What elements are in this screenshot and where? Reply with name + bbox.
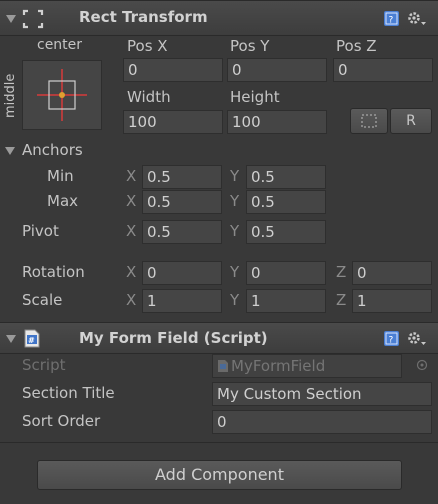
section-title-label: Section Title [22,384,115,402]
height-field[interactable]: 100 [227,110,327,134]
script-field: MyFormField [212,354,402,378]
pivot-y-axis: Y [230,222,240,240]
anchors-min-label: Min [47,167,74,185]
anchors-label: Anchors [22,141,83,159]
anchors-max-label: Max [47,192,79,210]
rect-transform-icon [22,9,44,29]
width-field[interactable]: 100 [123,110,223,134]
script-help-icon[interactable]: ? [384,331,399,346]
anchors-max-x-axis: X [126,192,137,210]
foldout-arrow-icon[interactable] [6,15,16,23]
svg-text:?: ? [389,16,394,26]
script-cs-icon: # [24,329,40,348]
component-divider [0,442,438,443]
pivot-y-field[interactable]: 0.5 [246,220,326,244]
anchor-preset-horizontal-label: center [37,37,83,53]
svg-text:?: ? [389,336,394,346]
scale-x-field[interactable]: 1 [142,289,222,313]
rotation-x-field[interactable]: 0 [142,261,222,285]
anchor-preset-button[interactable] [22,60,102,130]
pivot-x-axis: X [126,222,137,240]
width-label: Width [127,88,171,106]
rect-transform-title: Rect Transform [79,8,208,26]
pos-x-label: Pos X [127,37,168,55]
script-component-header[interactable]: # My Form Field (Script) ? [0,322,438,354]
script-component-title: My Form Field (Script) [79,329,268,347]
pos-z-label: Pos Z [336,37,377,55]
rotation-z-field[interactable]: 0 [352,261,432,285]
anchors-max-y-field[interactable]: 0.5 [246,190,326,214]
rotation-y-field[interactable]: 0 [246,261,326,285]
anchors-min-x-axis: X [126,167,137,185]
scale-x-axis: X [126,291,137,309]
rotation-y-axis: Y [230,263,240,281]
blueprint-mode-button[interactable] [350,108,388,134]
scale-z-axis: Z [336,291,347,309]
rect-transform-header[interactable]: Rect Transform ? [0,0,438,36]
help-icon[interactable]: ? [384,11,399,26]
anchors-min-y-field[interactable]: 0.5 [246,165,326,189]
sort-order-field[interactable]: 0 [212,410,432,434]
scale-y-axis: Y [230,291,240,309]
sort-order-label: Sort Order [22,412,101,430]
scale-z-field[interactable]: 1 [352,289,432,313]
anchors-max-y-axis: Y [230,192,240,210]
anchors-min-x-field[interactable]: 0.5 [142,165,222,189]
script-asset-icon [218,360,228,372]
raw-edit-button[interactable]: R [390,108,432,134]
blueprint-dashed-rect-icon [361,114,377,128]
height-label: Height [230,88,280,106]
svg-text:#: # [28,336,35,345]
anchor-preset-vertical-label: middle [3,74,18,118]
anchors-max-x-field[interactable]: 0.5 [142,190,222,214]
scale-label: Scale [22,291,63,309]
scale-y-field[interactable]: 1 [246,289,326,313]
gear-icon[interactable] [406,10,428,28]
section-title-field[interactable]: My Custom Section [212,382,432,406]
pos-y-label: Pos Y [230,37,270,55]
pos-y-field[interactable]: 0 [227,58,327,82]
script-foldout-arrow-icon[interactable] [6,335,16,343]
pivot-x-field[interactable]: 0.5 [142,220,222,244]
anchors-foldout-icon[interactable] [5,147,15,155]
pos-x-field[interactable]: 0 [123,58,223,82]
pos-z-field[interactable]: 0 [333,58,433,82]
anchors-min-y-axis: Y [230,167,240,185]
anchor-preset-vertical-text: middle [3,73,18,118]
script-field-value: MyFormField [231,357,326,375]
rotation-z-axis: Z [336,263,347,281]
pivot-label: Pivot [22,222,59,240]
object-picker-icon [416,359,428,371]
rotation-label: Rotation [22,263,85,281]
anchor-preset-icon [37,69,87,121]
rotation-x-axis: X [126,263,137,281]
script-label: Script [22,356,66,374]
script-gear-icon[interactable] [406,330,428,348]
add-component-button[interactable]: Add Component [37,460,402,490]
